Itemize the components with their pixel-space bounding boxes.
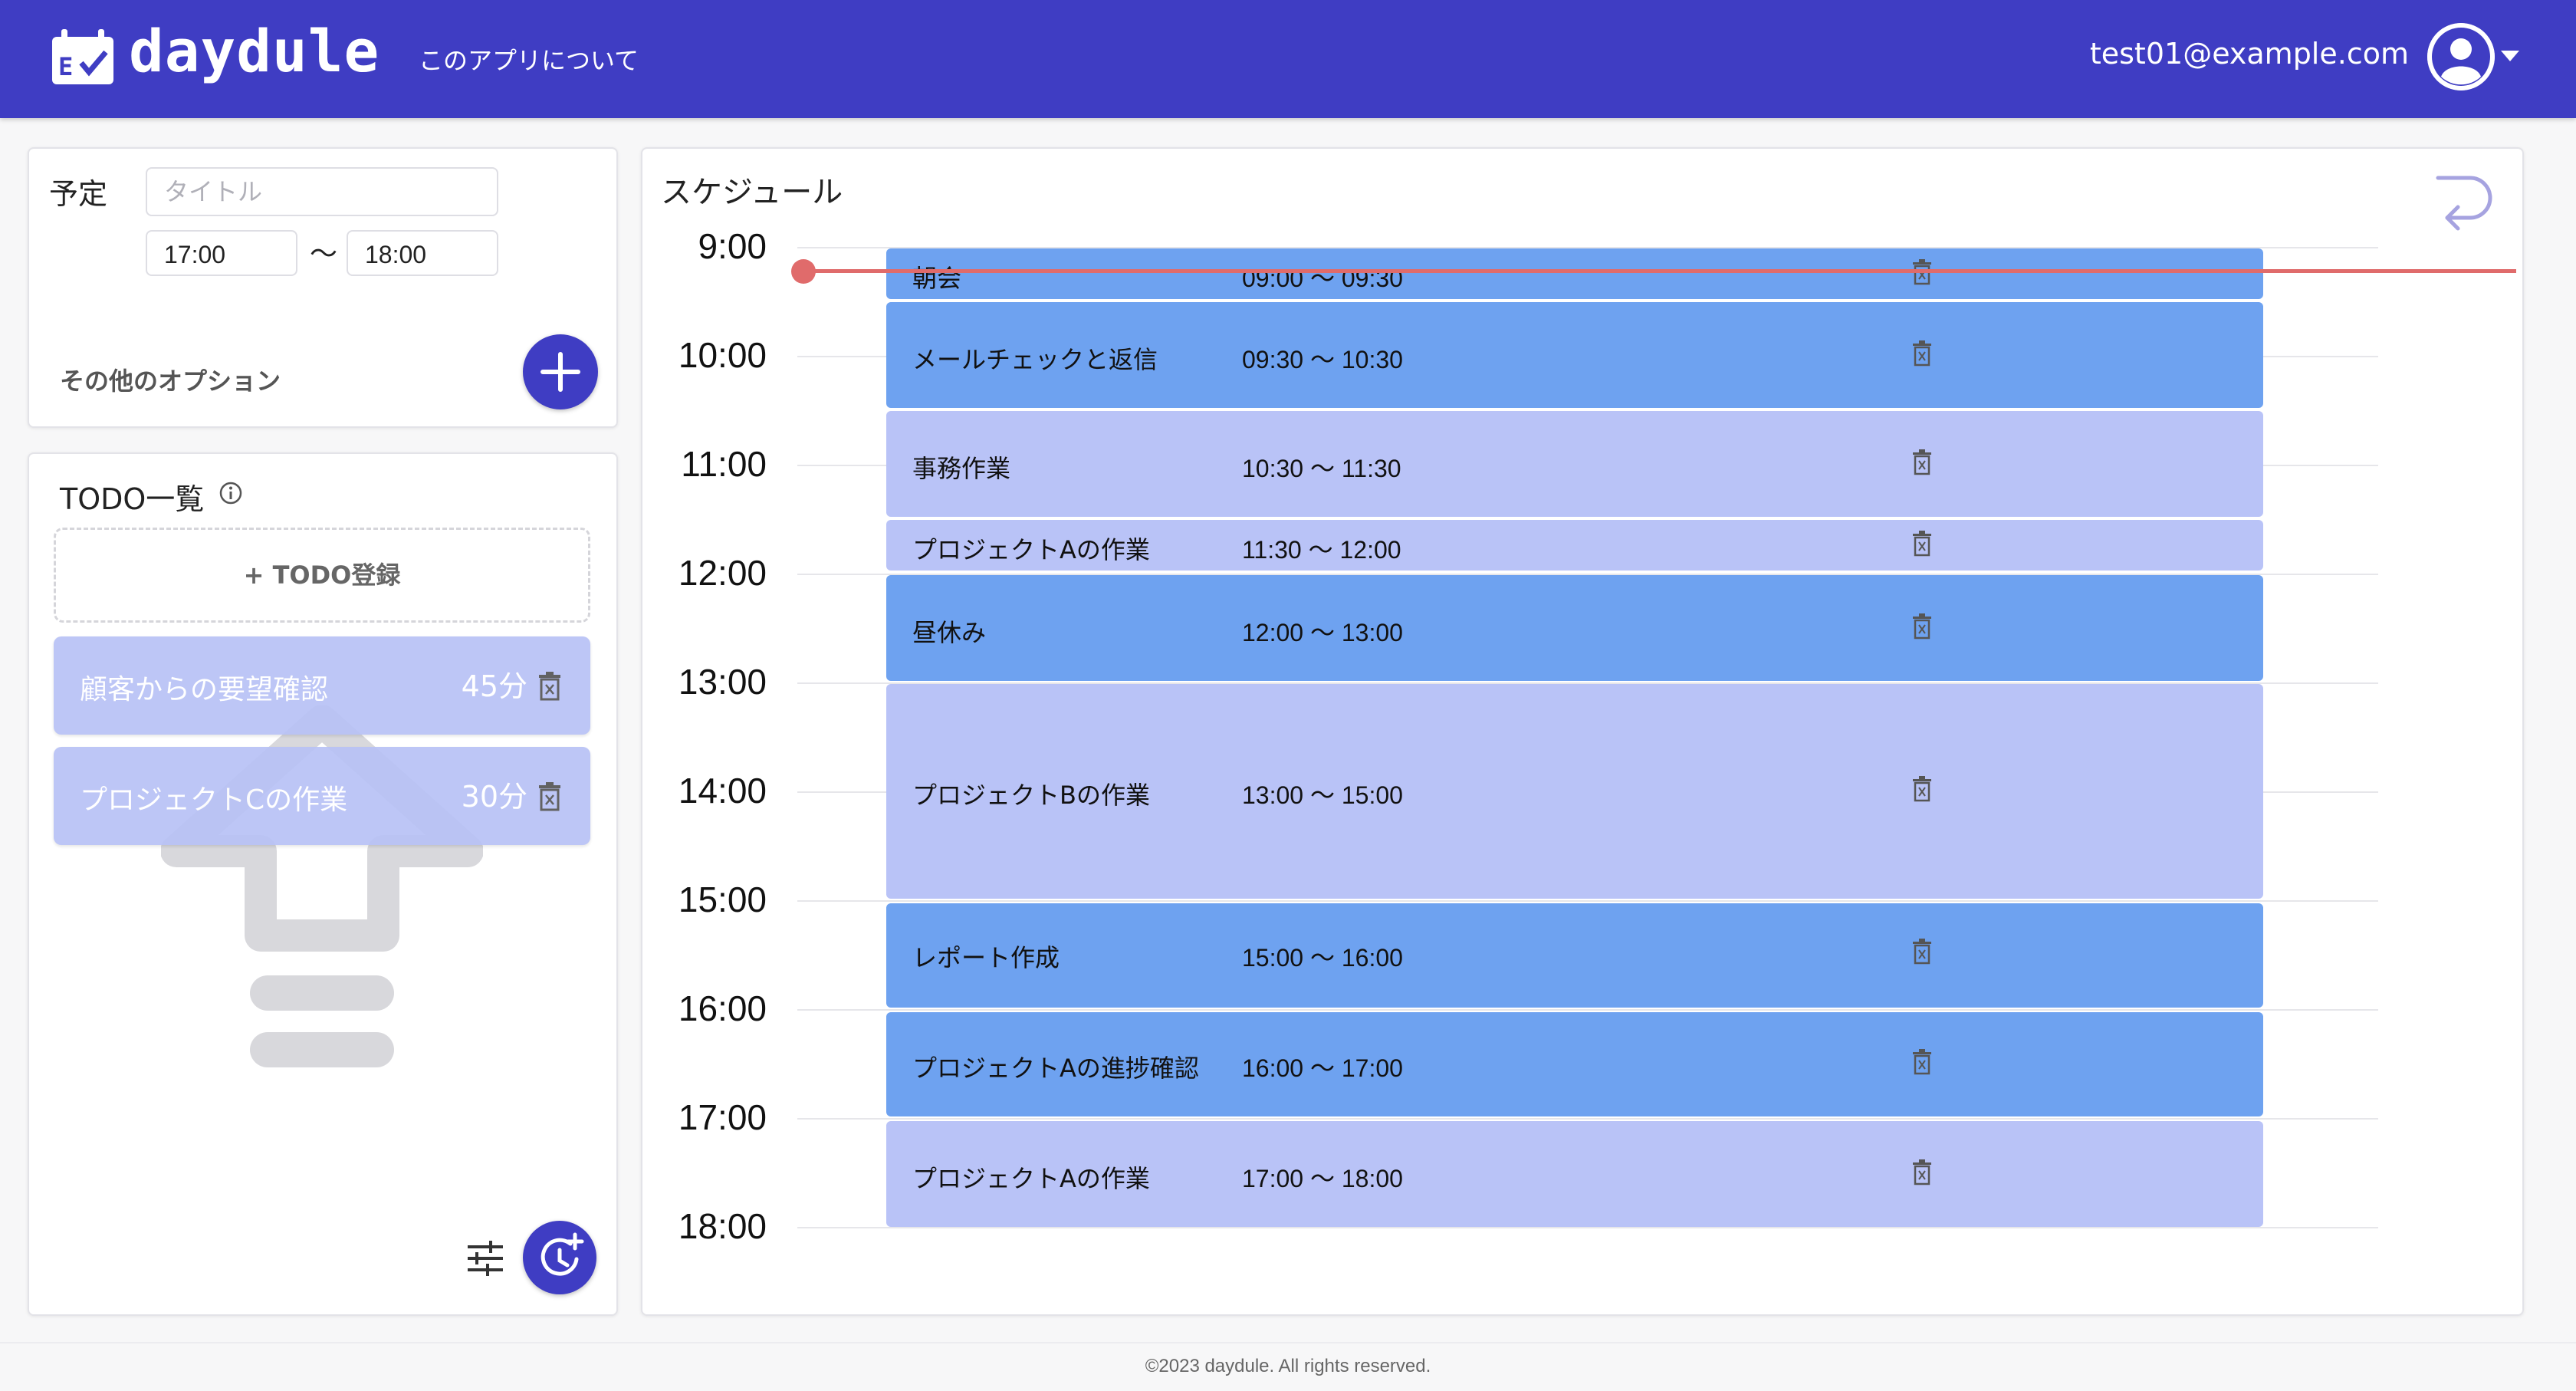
- trash-icon[interactable]: [538, 672, 561, 701]
- hour-grid-line: [797, 1009, 2378, 1011]
- schedule-event[interactable]: 朝会 09:00 〜 09:30: [886, 248, 2263, 299]
- event-title: 昼休み: [912, 618, 987, 647]
- hour-label: 11:00: [681, 444, 767, 484]
- todo-item[interactable]: 顧客からの要望確認 45分: [54, 636, 590, 735]
- hour-label: 16:00: [678, 988, 767, 1028]
- user-email: test01@example.com: [2089, 37, 2409, 71]
- schedule-event[interactable]: プロジェクトAの進捗確認 16:00 〜 17:00: [886, 1012, 2263, 1116]
- more-options-toggle[interactable]: その他のオプション: [60, 362, 281, 397]
- trash-icon[interactable]: [1912, 1159, 1932, 1185]
- user-avatar-icon[interactable]: [2427, 23, 2495, 90]
- event-title: プロジェクトAの進捗確認: [912, 1054, 1199, 1083]
- footer-copyright: ©2023 daydule. All rights reserved.: [1145, 1356, 1431, 1376]
- event-time-range: 12:00 〜 13:00: [1242, 619, 1403, 646]
- filter-settings-icon[interactable]: [465, 1241, 506, 1276]
- add-todo-button[interactable]: + TODO登録: [54, 528, 590, 623]
- current-time-dot: [791, 259, 816, 284]
- todo-heading: TODO一覧: [60, 482, 205, 516]
- hour-grid-line: [797, 1227, 2378, 1228]
- todo-item-duration: 30分: [461, 780, 527, 814]
- schedule-event[interactable]: プロジェクトAの作業 17:00 〜 18:00: [886, 1121, 2263, 1227]
- event-title: プロジェクトBの作業: [912, 781, 1150, 810]
- schedule-event[interactable]: プロジェクトAの作業 11:30 〜 12:00: [886, 520, 2263, 571]
- schedule-event[interactable]: メールチェックと返信 09:30 〜 10:30: [886, 302, 2263, 408]
- hour-label: 13:00: [678, 662, 767, 702]
- trash-icon[interactable]: [1912, 340, 1932, 367]
- trash-icon[interactable]: [538, 782, 561, 811]
- event-time-range: 11:30 〜 12:00: [1242, 536, 1401, 564]
- time-separator: 〜: [310, 238, 338, 270]
- event-time-range: 16:00 〜 17:00: [1242, 1054, 1403, 1082]
- undo-arrow-icon[interactable]: [2432, 170, 2498, 236]
- hour-label: 9:00: [698, 226, 767, 266]
- todo-item-title: プロジェクトCの作業: [80, 784, 348, 816]
- svg-text:E: E: [58, 52, 73, 81]
- hour-grid-line: [797, 900, 2378, 902]
- todo-item-title: 顧客からの要望確認: [80, 674, 329, 705]
- schedule-heading: スケジュール: [661, 175, 843, 210]
- schedule-event[interactable]: 昼休み 12:00 〜 13:00: [886, 575, 2263, 681]
- trash-icon[interactable]: [1912, 531, 1932, 557]
- event-time-range: 09:30 〜 10:30: [1242, 346, 1403, 373]
- current-time-line: [803, 269, 2516, 273]
- event-title: プロジェクトAの作業: [912, 1164, 1150, 1193]
- hour-label: 18:00: [678, 1206, 767, 1246]
- event-title: 朝会: [912, 264, 962, 293]
- trash-icon[interactable]: [1912, 939, 1932, 965]
- schedule-event[interactable]: 事務作業 10:30 〜 11:30: [886, 411, 2263, 517]
- event-title: プロジェクトAの作業: [912, 535, 1150, 564]
- event-time-range: 10:30 〜 11:30: [1242, 455, 1401, 482]
- app-logo-text[interactable]: daydule: [129, 17, 380, 85]
- plus-icon: [540, 352, 580, 392]
- footer-divider: [0, 1342, 2576, 1343]
- trash-icon[interactable]: [1912, 613, 1932, 640]
- event-time-range: 09:00 〜 09:30: [1242, 265, 1403, 292]
- end-time-input[interactable]: 18:00: [347, 230, 498, 276]
- event-time-range: 15:00 〜 16:00: [1242, 944, 1403, 972]
- event-title: レポート作成: [912, 943, 1060, 972]
- calendar-logo-icon: E: [52, 29, 113, 84]
- todo-item-duration: 45分: [461, 669, 527, 703]
- event-time-range: 13:00 〜 15:00: [1242, 781, 1403, 809]
- app-header: E daydule このアプリについて test01@example.com: [0, 0, 2576, 118]
- hour-label: 12:00: [678, 553, 767, 593]
- schedule-form-label: 予定: [49, 177, 108, 211]
- hour-label: 15:00: [678, 880, 767, 919]
- trash-icon[interactable]: [1912, 776, 1932, 802]
- schedule-event[interactable]: レポート作成 15:00 〜 16:00: [886, 903, 2263, 1008]
- todo-item[interactable]: プロジェクトCの作業 30分: [54, 747, 590, 845]
- hour-label: 17:00: [678, 1097, 767, 1137]
- event-title: メールチェックと返信: [912, 345, 1158, 374]
- info-icon[interactable]: [218, 480, 244, 506]
- event-title: 事務作業: [912, 454, 1011, 483]
- auto-schedule-button[interactable]: [523, 1221, 596, 1294]
- event-time-range: 17:00 〜 18:00: [1242, 1165, 1403, 1192]
- hour-label: 14:00: [678, 771, 767, 811]
- schedule-form-panel: 予定 タイトル 17:00 〜 18:00 その他のオプション: [28, 147, 618, 428]
- hour-grid-line: [797, 1118, 2378, 1120]
- title-input[interactable]: タイトル: [146, 167, 498, 216]
- hour-label: 10:00: [678, 335, 767, 375]
- clock-plus-icon: [540, 1232, 584, 1276]
- chevron-down-icon[interactable]: [2501, 51, 2519, 61]
- trash-icon[interactable]: [1912, 449, 1932, 475]
- about-link[interactable]: このアプリについて: [419, 41, 639, 77]
- trash-icon[interactable]: [1912, 1049, 1932, 1075]
- add-schedule-button[interactable]: [523, 334, 598, 409]
- start-time-input[interactable]: 17:00: [146, 230, 297, 276]
- schedule-event[interactable]: プロジェクトBの作業 13:00 〜 15:00: [886, 684, 2263, 899]
